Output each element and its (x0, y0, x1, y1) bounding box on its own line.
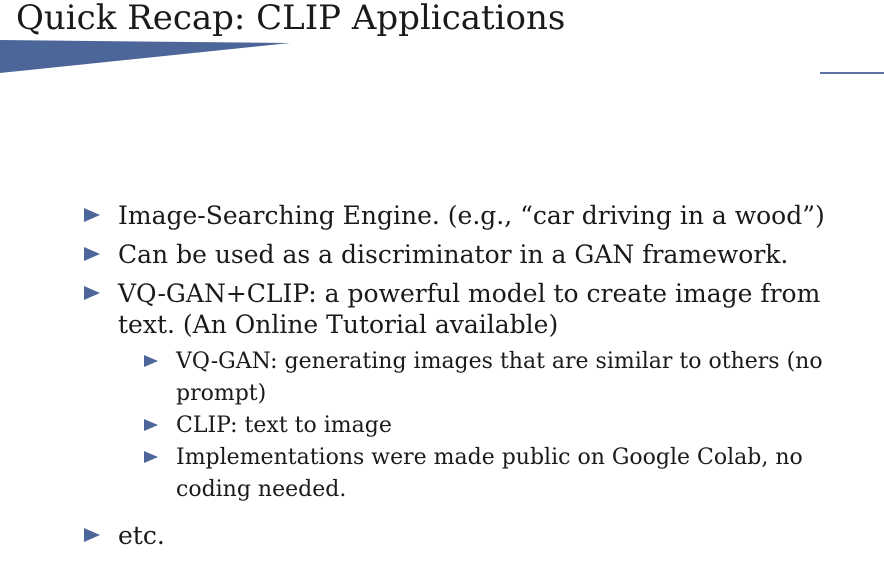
triangle-bullet-icon (84, 528, 100, 542)
triangle-bullet-icon (84, 208, 100, 222)
bullet-item-etc: etc. (84, 520, 874, 551)
bullet-text: Can be used as a discriminator in a GAN … (118, 240, 789, 269)
sub-bullet-text: VQ-GAN: generating images that are simil… (176, 349, 823, 406)
bullet-text: VQ-GAN+CLIP: a powerful model to create … (118, 279, 821, 339)
triangle-bullet-icon (84, 247, 100, 261)
sub-bullet-text: CLIP: text to image (176, 413, 392, 438)
bullet-text: etc. (118, 521, 165, 550)
bullet-item-gan-discriminator: Can be used as a discriminator in a GAN … (84, 239, 874, 270)
triangle-bullet-icon (144, 355, 158, 367)
bullet-text: Image-Searching Engine. (e.g., “car driv… (118, 201, 825, 230)
corner-rule (820, 72, 884, 74)
triangle-bullet-icon (144, 451, 158, 463)
sub-bullet-item-clip: CLIP: text to image (144, 410, 874, 442)
sub-bullet-text: Implementations were made public on Goog… (176, 445, 803, 502)
sub-bullet-list: VQ-GAN: generating images that are simil… (144, 346, 874, 506)
bullet-item-image-search: Image-Searching Engine. (e.g., “car driv… (84, 200, 874, 231)
bullet-list: Image-Searching Engine. (e.g., “car driv… (84, 200, 874, 559)
sub-bullet-item-vqgan: VQ-GAN: generating images that are simil… (144, 346, 874, 410)
bullet-item-vqgan-clip: VQ-GAN+CLIP: a powerful model to create … (84, 278, 874, 506)
slide-title: Quick Recap: CLIP Applications (16, 0, 566, 38)
triangle-bullet-icon (84, 286, 100, 300)
triangle-bullet-icon (144, 419, 158, 431)
title-underline-wedge (0, 40, 290, 73)
sub-bullet-item-implementations: Implementations were made public on Goog… (144, 442, 874, 506)
